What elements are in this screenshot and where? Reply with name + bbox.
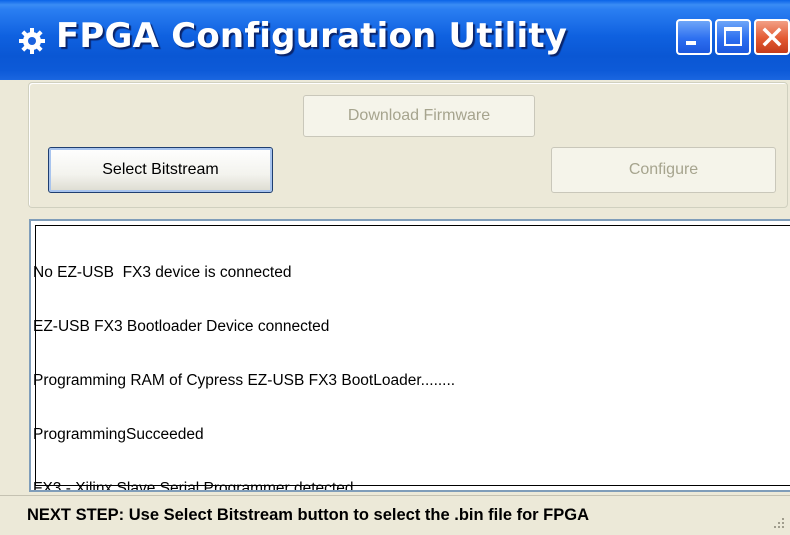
close-icon — [762, 27, 782, 47]
select-bitstream-button[interactable]: Select Bitstream — [48, 147, 273, 193]
log-textbox[interactable]: No EZ-USB FX3 device is connected EZ-USB… — [29, 219, 790, 492]
log-line: No EZ-USB FX3 device is connected — [33, 264, 292, 281]
status-bar: NEXT STEP: Use Select Bitstream button t… — [0, 495, 790, 535]
maximize-icon — [724, 27, 742, 46]
configure-button[interactable]: Configure — [551, 147, 776, 193]
log-line: Programming RAM of Cypress EZ-USB FX3 Bo… — [33, 372, 456, 389]
close-button[interactable] — [754, 19, 790, 55]
log-line: EZ-USB FX3 Bootloader Device connected — [33, 318, 330, 335]
download-firmware-button[interactable]: Download Firmware — [303, 95, 535, 137]
log-line: FX3 - Xilinx Slave Serial Programmer det… — [33, 480, 354, 492]
title-bar[interactable]: FPGA Configuration Utility — [0, 0, 790, 80]
minimize-button[interactable] — [676, 19, 712, 55]
minimize-icon — [686, 41, 696, 45]
status-text: NEXT STEP: Use Select Bitstream button t… — [27, 506, 590, 524]
maximize-button[interactable] — [715, 19, 751, 55]
app-window: FPGA Configuration Utility Download Firm… — [0, 0, 790, 535]
gear-icon — [18, 27, 46, 55]
log-lines: No EZ-USB FX3 device is connected EZ-USB… — [33, 228, 456, 492]
window-title: FPGA Configuration Utility — [56, 16, 568, 56]
resize-grip-icon[interactable] — [772, 516, 786, 530]
log-line: ProgrammingSucceeded — [33, 426, 204, 443]
